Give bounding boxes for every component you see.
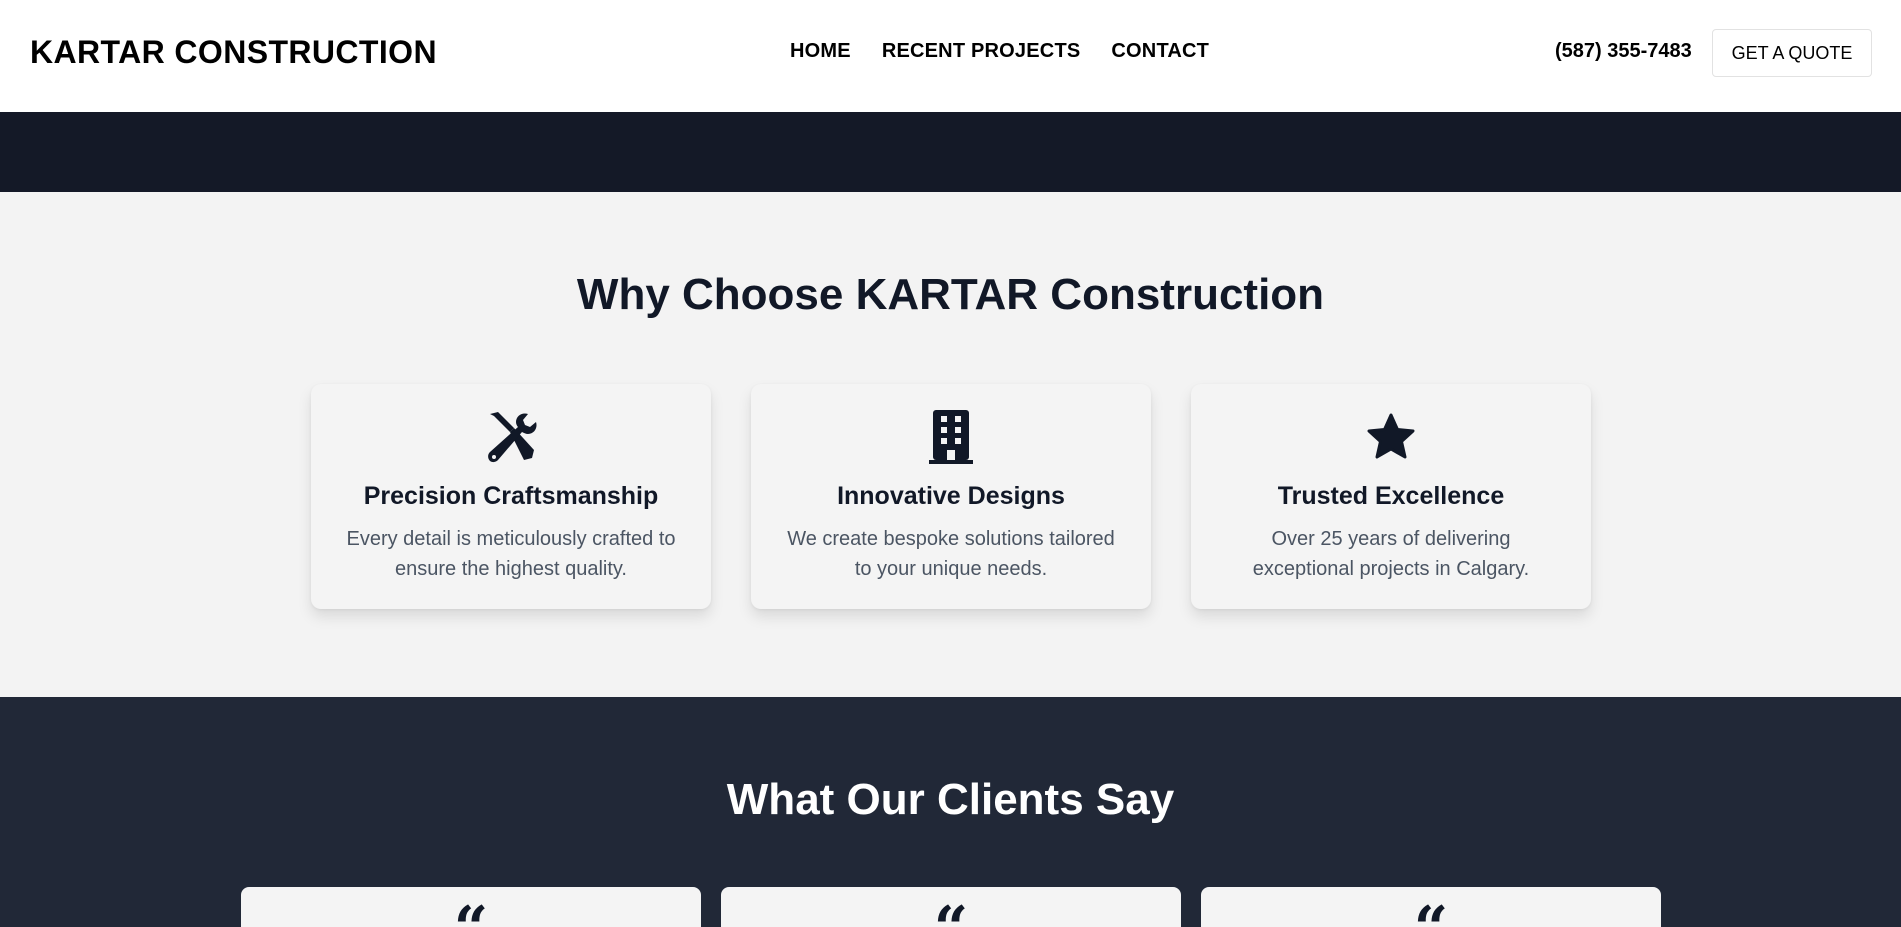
star-icon xyxy=(1367,413,1415,459)
tools-icon xyxy=(488,412,537,463)
feature-card-craftsmanship: Precision Craftsmanship Every detail is … xyxy=(311,384,711,609)
quote-mark-icon: “ xyxy=(241,899,701,927)
nav-recent-projects[interactable]: RECENT PROJECTS xyxy=(882,40,1081,63)
feature-title: Trusted Excellence xyxy=(1277,482,1505,510)
quote-mark-icon: “ xyxy=(721,899,1181,927)
feature-description: Every detail is meticulously crafted to … xyxy=(346,528,676,580)
feature-card-excellence: Trusted Excellence Over 25 years of deli… xyxy=(1191,384,1591,609)
nav-home[interactable]: HOME xyxy=(790,40,851,63)
testimonial-card: “ xyxy=(721,887,1181,927)
testimonial-card: “ xyxy=(241,887,701,927)
feature-description: Over 25 years of delivering exceptional … xyxy=(1252,528,1530,580)
feature-card-designs: Innovative Designs We create bespoke sol… xyxy=(751,384,1151,609)
hero-strip xyxy=(0,112,1901,192)
main-nav: HOME RECENT PROJECTS CONTACT xyxy=(790,40,1209,63)
testimonials-section: What Our Clients Say “ “ “ xyxy=(0,697,1901,927)
get-a-quote-button[interactable]: GET A QUOTE xyxy=(1712,29,1872,77)
feature-title: Precision Craftsmanship xyxy=(363,482,659,510)
site-header: KARTAR CONSTRUCTION HOME RECENT PROJECTS… xyxy=(0,0,1901,112)
feature-description: We create bespoke solutions tailored to … xyxy=(787,528,1115,580)
testimonials-title: What Our Clients Say xyxy=(726,775,1175,824)
quote-mark-icon: “ xyxy=(1201,899,1661,927)
feature-title: Innovative Designs xyxy=(837,482,1065,510)
why-choose-section: Why Choose KARTAR Construction Precision… xyxy=(0,192,1901,697)
testimonial-card: “ xyxy=(1201,887,1661,927)
building-icon xyxy=(929,410,973,464)
why-choose-title: Why Choose KARTAR Construction xyxy=(576,270,1325,319)
site-logo[interactable]: KARTAR CONSTRUCTION xyxy=(30,34,437,71)
nav-contact[interactable]: CONTACT xyxy=(1111,40,1209,63)
phone-number[interactable]: (587) 355-7483 xyxy=(1555,40,1692,63)
